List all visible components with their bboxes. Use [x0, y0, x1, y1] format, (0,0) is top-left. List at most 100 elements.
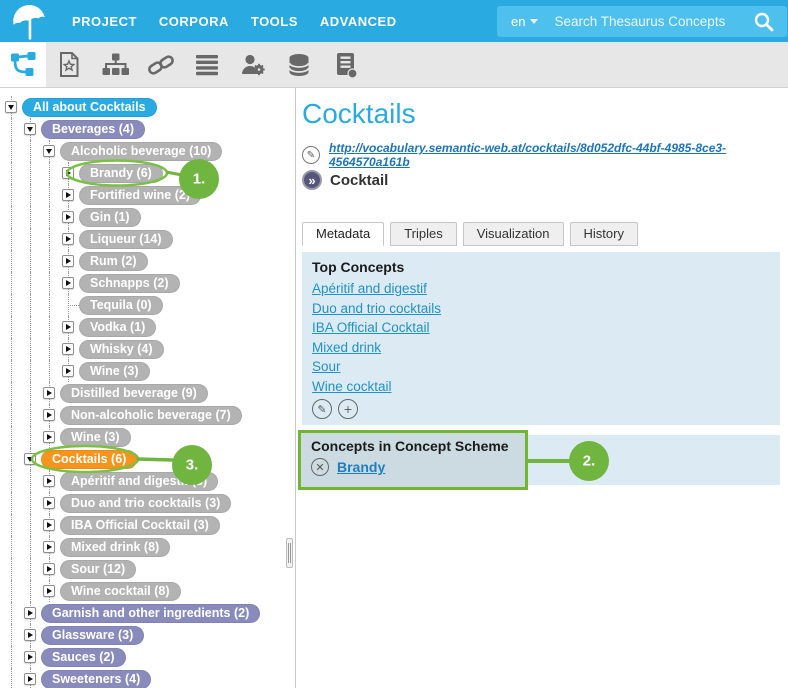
- tree-toggle-collapsed[interactable]: [43, 563, 55, 575]
- language-selector[interactable]: en: [507, 14, 544, 29]
- tree-guide-line: [5, 272, 24, 294]
- tab-history[interactable]: History: [570, 222, 638, 246]
- remove-circle-icon[interactable]: ✕: [311, 458, 329, 476]
- panel-splitter-handle[interactable]: [286, 538, 293, 568]
- tree-toggle-cell: [62, 250, 75, 272]
- tab-visualization[interactable]: Visualization: [463, 222, 564, 246]
- tree-row: Wine (3): [5, 426, 295, 448]
- tree-row: Garnish and other ingredients (2): [5, 602, 295, 624]
- edit-pencil-icon[interactable]: ✎: [312, 399, 332, 419]
- top-concept-link[interactable]: Mixed drink: [312, 338, 381, 358]
- database-icon[interactable]: [276, 42, 322, 87]
- tree-node-pill[interactable]: Wine (3): [79, 362, 150, 381]
- tree-node-pill[interactable]: Beverages (4): [41, 120, 145, 139]
- tree-toggle-expanded[interactable]: [24, 453, 36, 465]
- tree-toggle-collapsed[interactable]: [62, 277, 74, 289]
- tree-node-pill[interactable]: IBA Official Cocktail (3): [60, 516, 220, 535]
- tree-toggle-collapsed[interactable]: [24, 673, 36, 685]
- tree-node-pill[interactable]: All about Cocktails: [22, 98, 157, 117]
- tree-node-pill[interactable]: Mixed drink (8): [60, 538, 170, 557]
- top-concept-link[interactable]: Duo and trio cocktails: [312, 299, 441, 319]
- tree-row: Tequila (0): [5, 294, 295, 316]
- tab-metadata[interactable]: Metadata: [302, 222, 384, 246]
- tree-toggle-expanded[interactable]: [5, 101, 17, 113]
- umbrella-icon: [7, 2, 51, 40]
- top-concept-link[interactable]: Apéritif and digestif: [312, 279, 427, 299]
- tree-row: Vodka (1): [5, 316, 295, 338]
- tree-toggle-collapsed[interactable]: [62, 211, 74, 223]
- server-database-icon[interactable]: [322, 42, 368, 87]
- tree-node-pill[interactable]: Non-alcoholic beverage (7): [60, 406, 242, 425]
- tree-toggle-collapsed[interactable]: [43, 519, 55, 531]
- tree-node-pill[interactable]: Vodka (1): [79, 318, 156, 337]
- tree-toggle-collapsed[interactable]: [43, 497, 55, 509]
- sitemap-icon[interactable]: [92, 42, 138, 87]
- tree-toggle-collapsed[interactable]: [62, 255, 74, 267]
- search-button[interactable]: [750, 8, 777, 35]
- tree-toggle-collapsed[interactable]: [43, 475, 55, 487]
- menu-item-advanced[interactable]: ADVANCED: [320, 14, 397, 29]
- tree-toggle-collapsed[interactable]: [43, 431, 55, 443]
- tab-triples[interactable]: Triples: [390, 222, 457, 246]
- tree-node-pill[interactable]: Sweeteners (4): [41, 670, 151, 688]
- tree-node-pill[interactable]: Distilled beverage (9): [60, 384, 208, 403]
- tree-toggle-collapsed[interactable]: [24, 629, 36, 641]
- tree-node-pill[interactable]: Whisky (4): [79, 340, 164, 359]
- tree-node-pill[interactable]: Garnish and other ingredients (2): [41, 604, 260, 623]
- tree-toggle-collapsed[interactable]: [24, 607, 36, 619]
- tree-toggle-collapsed[interactable]: [43, 409, 55, 421]
- link-icon[interactable]: [138, 42, 184, 87]
- tree-node-pill[interactable]: Tequila (0): [79, 296, 163, 315]
- tree-node-pill[interactable]: Duo and trio cocktails (3): [60, 494, 231, 513]
- tree-toggle-collapsed[interactable]: [62, 167, 74, 179]
- menu-item-project[interactable]: PROJECT: [72, 14, 137, 29]
- tree-node-pill[interactable]: Cocktails (6): [41, 450, 137, 469]
- tree-toggle-collapsed[interactable]: [62, 321, 74, 333]
- top-concept-link[interactable]: Wine cocktail: [312, 377, 392, 397]
- tree-toggle-collapsed[interactable]: [62, 233, 74, 245]
- tree-toggle-collapsed[interactable]: [62, 189, 74, 201]
- tree-node-pill[interactable]: Brandy (6): [79, 164, 163, 183]
- tree-node-pill[interactable]: Wine (3): [60, 428, 131, 447]
- search-input[interactable]: [544, 14, 750, 29]
- triangle-right-icon: [47, 544, 52, 550]
- menu-item-corpora[interactable]: CORPORA: [159, 14, 229, 29]
- tree-toggle-collapsed[interactable]: [43, 585, 55, 597]
- top-concept-link[interactable]: Sour: [312, 357, 341, 377]
- taxonomy-tree-icon[interactable]: [0, 42, 46, 87]
- tree-node-pill[interactable]: Wine cocktail (8): [60, 582, 181, 601]
- umbrella-logo[interactable]: [0, 2, 58, 40]
- add-plus-icon[interactable]: +: [338, 399, 358, 419]
- project-document-icon[interactable]: [46, 42, 92, 87]
- list-icon[interactable]: [184, 42, 230, 87]
- scheme-concept-link[interactable]: Brandy: [337, 459, 385, 475]
- tree-node-pill[interactable]: Fortified wine (2): [79, 186, 201, 205]
- tree-guide-line: [24, 184, 43, 206]
- edit-pencil-icon[interactable]: ✎: [302, 146, 320, 164]
- concept-scheme-uri-link[interactable]: http://vocabulary.semantic-web.at/cockta…: [329, 141, 780, 169]
- tree-node-pill[interactable]: Sauces (2): [41, 648, 126, 667]
- tree-node-pill[interactable]: Rum (2): [79, 252, 148, 271]
- tree-toggle-collapsed[interactable]: [24, 651, 36, 663]
- menu-item-tools[interactable]: TOOLS: [251, 14, 298, 29]
- triangle-right-icon: [66, 346, 71, 352]
- tree-toggle-collapsed[interactable]: [62, 365, 74, 377]
- tree-guide-line: [5, 404, 24, 426]
- tree-node-pill[interactable]: Glassware (3): [41, 626, 144, 645]
- tree-toggle-collapsed[interactable]: [62, 343, 74, 355]
- tree-node-pill[interactable]: Apéritif and digestif (3): [60, 472, 218, 491]
- top-concept-link[interactable]: IBA Official Cocktail: [312, 318, 430, 338]
- tree-node-pill[interactable]: Sour (12): [60, 560, 136, 579]
- tree-node-pill[interactable]: Gin (1): [79, 208, 141, 227]
- tree-toggle-collapsed[interactable]: [43, 541, 55, 553]
- tree-guide-line: [24, 140, 43, 162]
- tree-node-pill[interactable]: Schnapps (2): [79, 274, 180, 293]
- triangle-right-icon: [47, 434, 52, 440]
- tree-node-pill[interactable]: Liqueur (14): [79, 230, 173, 249]
- tree-toggle-expanded[interactable]: [43, 145, 55, 157]
- tree-toggle-expanded[interactable]: [24, 123, 36, 135]
- user-settings-icon[interactable]: [230, 42, 276, 87]
- caret-down-icon: [530, 19, 538, 24]
- tree-toggle-collapsed[interactable]: [43, 387, 55, 399]
- tree-node-pill[interactable]: Alcoholic beverage (10): [60, 142, 222, 161]
